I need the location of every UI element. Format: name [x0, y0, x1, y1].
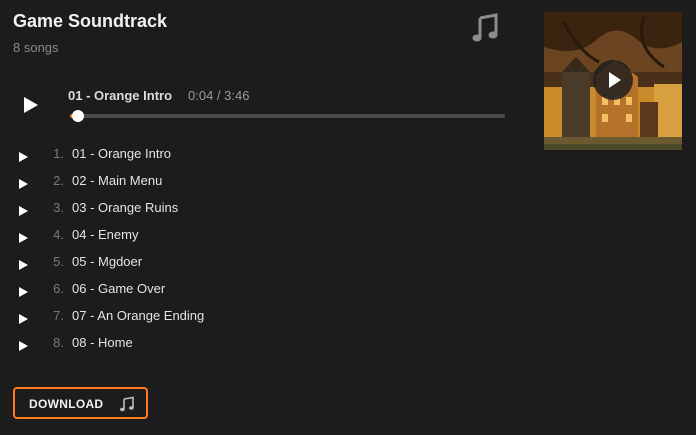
music-note-icon — [472, 13, 498, 42]
play-icon[interactable] — [19, 259, 31, 271]
track-number: 4. — [53, 227, 64, 242]
cover-play-button[interactable] — [593, 60, 633, 100]
track-number: 1. — [53, 146, 64, 161]
play-icon[interactable] — [19, 205, 31, 217]
track-item[interactable]: 3. 03 - Orange Ruins — [0, 195, 520, 222]
track-item[interactable]: 2. 02 - Main Menu — [0, 168, 520, 195]
play-icon[interactable] — [19, 313, 31, 325]
track-number: 8. — [53, 335, 64, 350]
track-number: 6. — [53, 281, 64, 296]
music-note-icon — [120, 396, 134, 412]
play-icon[interactable] — [19, 286, 31, 298]
main-play-button[interactable] — [22, 96, 40, 114]
soundtrack-page: Game Soundtrack 8 songs 01 - Orange Intr… — [0, 0, 696, 435]
track-item[interactable]: 8. 08 - Home — [0, 330, 520, 357]
download-label: DOWNLOAD — [29, 397, 104, 411]
download-button[interactable]: DOWNLOAD — [13, 387, 148, 419]
song-count: 8 songs — [13, 40, 59, 55]
play-icon[interactable] — [19, 151, 31, 163]
track-item[interactable]: 6. 06 - Game Over — [0, 276, 520, 303]
track-item[interactable]: 7. 07 - An Orange Ending — [0, 303, 520, 330]
track-number: 5. — [53, 254, 64, 269]
album-cover[interactable] — [544, 12, 682, 150]
track-item[interactable]: 5. 05 - Mgdoer — [0, 249, 520, 276]
track-number: 3. — [53, 200, 64, 215]
track-title: 03 - Orange Ruins — [72, 200, 179, 215]
track-title: 06 - Game Over — [72, 281, 166, 296]
track-number: 7. — [53, 308, 64, 323]
track-number: 2. — [53, 173, 64, 188]
track-title: 04 - Enemy — [72, 227, 139, 242]
play-icon[interactable] — [19, 232, 31, 244]
track-title: 08 - Home — [72, 335, 133, 350]
page-title: Game Soundtrack — [13, 11, 168, 31]
track-list: 1. 01 - Orange Intro 2. 02 - Main Menu 3. 03 … — [0, 141, 520, 357]
play-icon[interactable] — [19, 340, 31, 352]
track-title: 01 - Orange Intro — [72, 146, 171, 161]
playback-time: 0:04 / 3:46 — [188, 88, 250, 103]
progress-bar[interactable] — [70, 110, 505, 122]
track-title: 05 - Mgdoer — [72, 254, 143, 269]
track-title: 07 - An Orange Ending — [72, 308, 205, 323]
play-icon[interactable] — [19, 178, 31, 190]
progress-thumb[interactable] — [71, 110, 84, 122]
now-playing-title: 01 - Orange Intro — [68, 88, 173, 103]
track-item[interactable]: 1. 01 - Orange Intro — [0, 141, 520, 168]
track-title: 02 - Main Menu — [72, 173, 163, 188]
track-item[interactable]: 4. 04 - Enemy — [0, 222, 520, 249]
